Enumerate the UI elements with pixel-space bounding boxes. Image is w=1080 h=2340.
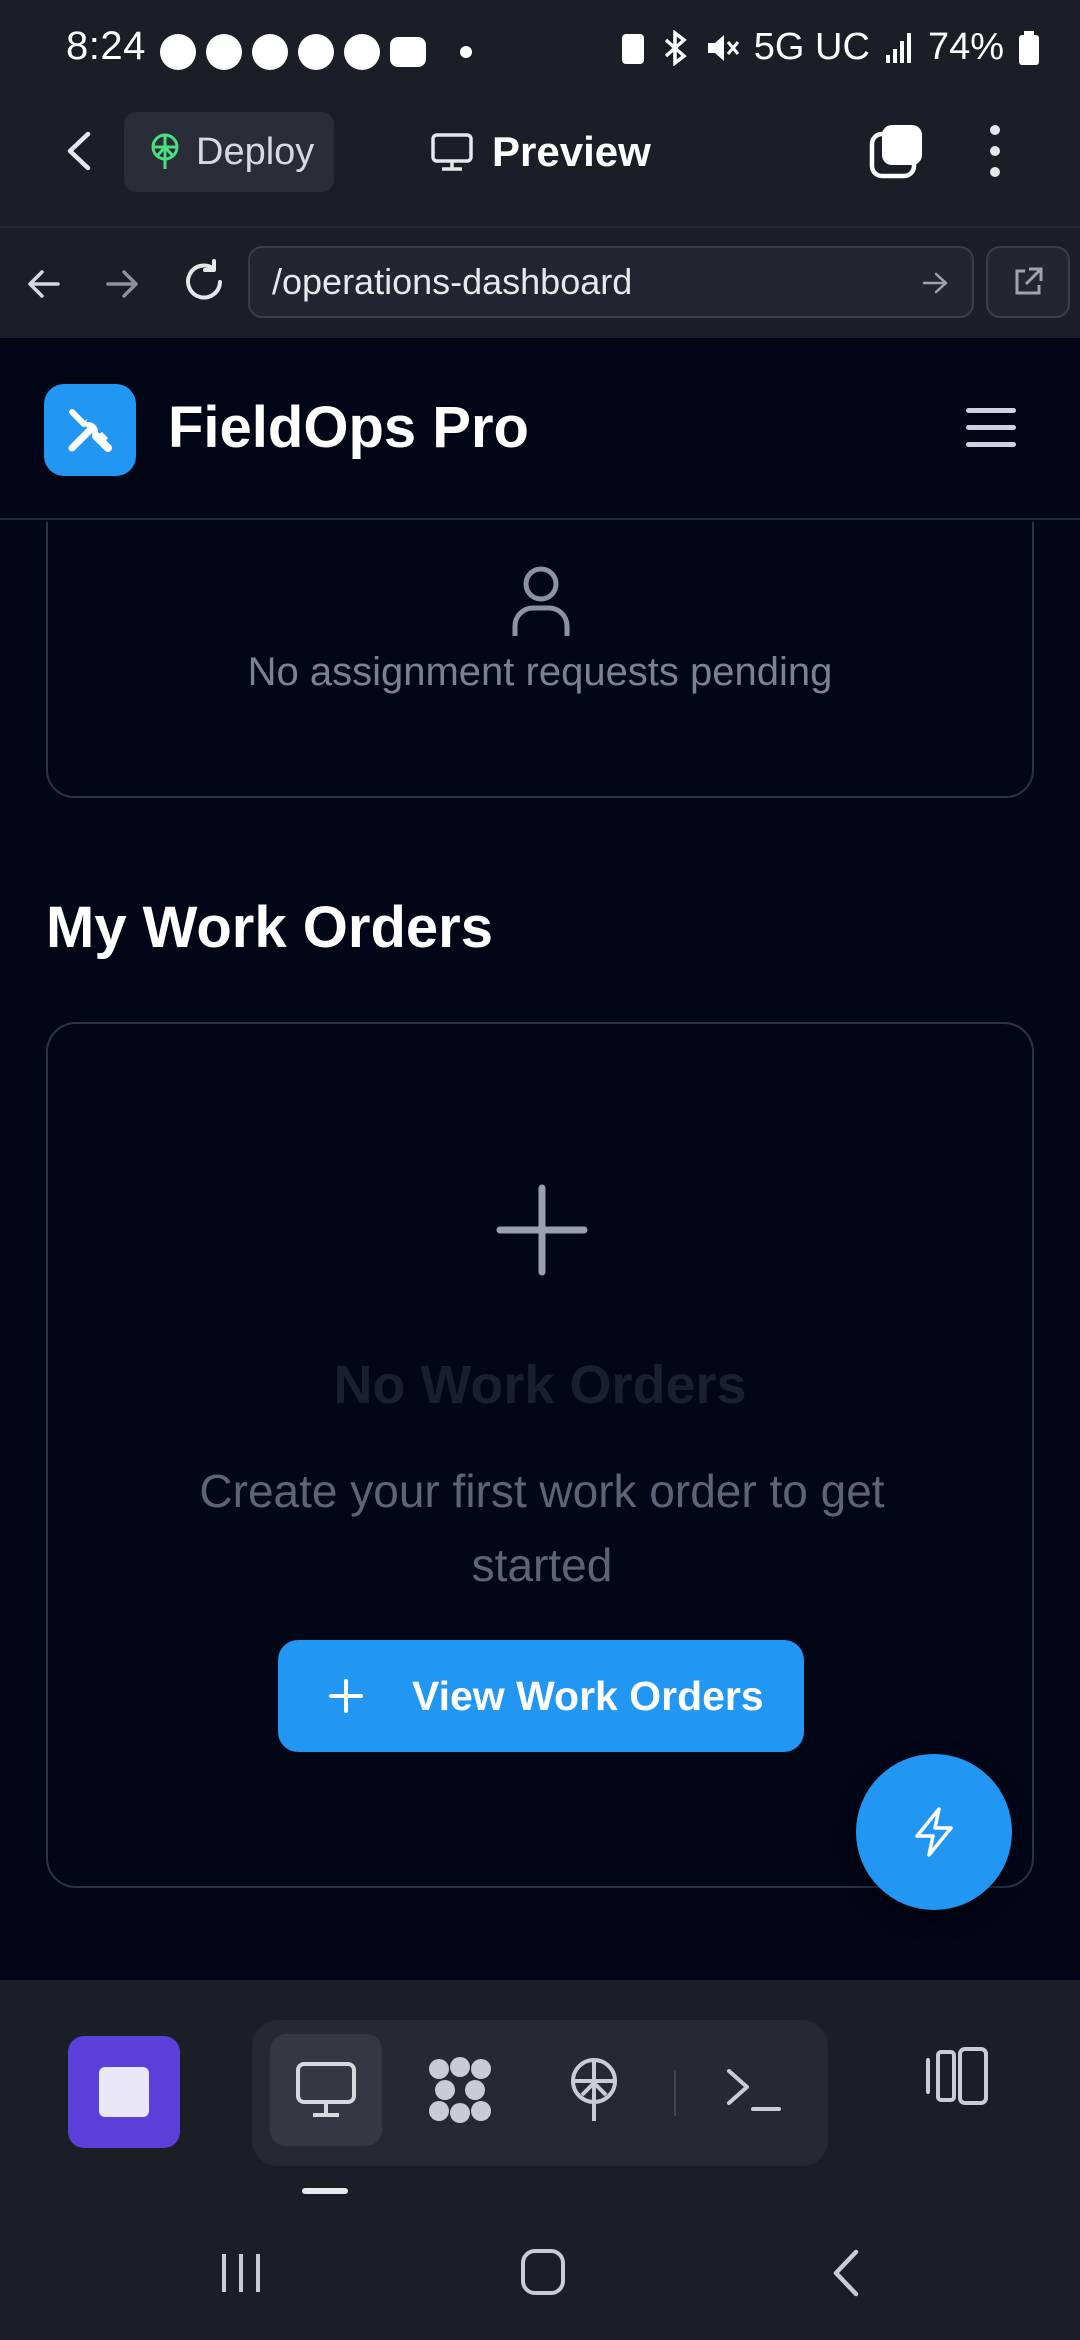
url-input[interactable]: /operations-dashboard bbox=[248, 246, 974, 318]
battery-label: 74% bbox=[927, 26, 1004, 68]
dock-tab-group bbox=[252, 2020, 828, 2166]
deploy-icon bbox=[571, 2058, 617, 2121]
wallet-notification-icon bbox=[390, 37, 426, 67]
preview-tab[interactable]: Preview bbox=[430, 120, 651, 184]
chat-notification-icon bbox=[160, 34, 196, 70]
tabs-switcher-icon[interactable] bbox=[868, 122, 926, 180]
deploy-button[interactable]: Deploy bbox=[124, 112, 334, 192]
app-bar: Deploy Preview bbox=[0, 100, 1080, 226]
dock-deploy-tab[interactable] bbox=[538, 2034, 650, 2146]
go-arrow-icon[interactable] bbox=[920, 268, 950, 298]
browser-bar: /operations-dashboard bbox=[0, 226, 1080, 338]
battery-icon bbox=[1019, 30, 1039, 65]
network-label: 5G UC bbox=[753, 26, 870, 68]
work-orders-card: No Work Orders Create your first work or… bbox=[46, 1022, 1034, 1888]
browser-back-icon[interactable] bbox=[24, 264, 64, 304]
browser-forward-icon[interactable] bbox=[102, 264, 142, 304]
open-external-button[interactable] bbox=[986, 246, 1070, 318]
url-text: /operations-dashboard bbox=[272, 261, 633, 302]
stop-icon bbox=[99, 2067, 149, 2117]
deploy-icon bbox=[151, 133, 179, 169]
more-notifications-dot-icon bbox=[460, 46, 472, 58]
quick-action-button[interactable] bbox=[856, 1754, 1012, 1910]
apps-cluster-icon bbox=[429, 2057, 491, 2123]
messenger-notification-icon bbox=[298, 34, 334, 70]
status-bar: 8:24 5G UC 74% bbox=[0, 0, 1080, 100]
active-tab-indicator bbox=[302, 2188, 348, 2194]
dock-preview-tab[interactable] bbox=[270, 2034, 382, 2146]
messenger-notification-icon bbox=[344, 34, 380, 70]
stop-button[interactable] bbox=[68, 2036, 180, 2148]
battery-saver-icon bbox=[621, 33, 644, 64]
status-right: 5G UC 74% bbox=[620, 26, 1040, 69]
user-icon bbox=[512, 566, 570, 636]
recent-apps-icon[interactable] bbox=[218, 2250, 264, 2296]
view-work-orders-label: View Work Orders bbox=[412, 1672, 764, 1719]
preview-label: Preview bbox=[492, 128, 651, 175]
monitor-icon bbox=[296, 2062, 356, 2117]
dock-console-tab[interactable] bbox=[698, 2034, 810, 2146]
tools-icon bbox=[68, 409, 112, 452]
work-orders-empty-description: Create your first work order to get star… bbox=[199, 1465, 885, 1591]
signal-icon bbox=[885, 32, 911, 63]
bottom-dock bbox=[0, 1980, 1080, 2212]
messenger-notification-icon bbox=[252, 34, 288, 70]
lightning-icon bbox=[915, 1807, 953, 1857]
site-header: FieldOps Pro bbox=[0, 338, 1080, 520]
system-navigation-bar bbox=[0, 2212, 1080, 2340]
site-title[interactable]: FieldOps Pro bbox=[168, 394, 529, 461]
system-back-icon[interactable] bbox=[828, 2248, 864, 2298]
plus-icon bbox=[496, 1184, 588, 1276]
terminal-icon bbox=[727, 2069, 781, 2111]
assignment-empty-message: No assignment requests pending bbox=[247, 650, 833, 694]
assignment-requests-card: No assignment requests pending bbox=[46, 522, 1034, 798]
dock-integrations-tab[interactable] bbox=[404, 2034, 516, 2146]
menu-icon[interactable] bbox=[966, 408, 1016, 450]
bluetooth-icon bbox=[664, 29, 687, 66]
site-logo[interactable] bbox=[44, 384, 136, 476]
messenger-notification-icon bbox=[206, 34, 242, 70]
more-options-icon[interactable] bbox=[980, 122, 1010, 180]
notification-icons bbox=[160, 34, 472, 70]
deploy-label: Deploy bbox=[196, 130, 315, 173]
home-icon[interactable] bbox=[520, 2248, 566, 2296]
external-link-icon bbox=[1015, 267, 1043, 295]
work-orders-heading: My Work Orders bbox=[46, 895, 493, 960]
mute-icon bbox=[707, 34, 739, 61]
plus-icon bbox=[329, 1679, 363, 1713]
view-work-orders-button[interactable]: View Work Orders bbox=[278, 1640, 804, 1752]
back-icon[interactable] bbox=[58, 128, 104, 174]
monitor-icon bbox=[431, 133, 473, 171]
status-time: 8:24 bbox=[66, 24, 146, 68]
reload-icon[interactable] bbox=[180, 258, 228, 306]
device-layout-icon[interactable] bbox=[924, 2046, 990, 2106]
dock-separator bbox=[674, 2070, 676, 2116]
work-orders-empty-title: No Work Orders bbox=[333, 1355, 747, 1415]
